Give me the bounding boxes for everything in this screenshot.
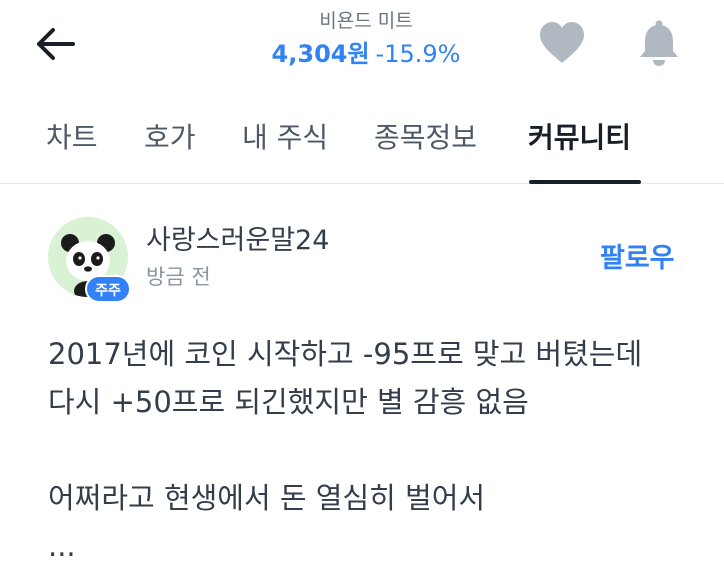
back-button[interactable] <box>30 22 80 66</box>
stock-price-line: 4,304원 -15.9% <box>200 36 532 72</box>
bell-icon <box>640 20 678 66</box>
active-tab-indicator <box>529 180 641 184</box>
back-arrow-icon <box>37 28 75 60</box>
heart-icon <box>540 22 584 63</box>
stock-name: 비욘드 미트 <box>319 10 413 32</box>
follow-button[interactable]: 팔로우 <box>600 241 675 277</box>
post-blank-line <box>48 426 708 474</box>
post-line: 다시 +50프로 되긴했지만 별 감흥 없음 <box>48 385 529 419</box>
tab-community[interactable]: 커뮤니티 <box>528 118 631 158</box>
price-change: -15.9% <box>375 40 461 68</box>
stock-title: 비욘드 미트 4,304원 -15.9% <box>200 8 532 72</box>
post-time: 방금 전 <box>146 265 211 289</box>
stock-price: 4,304원 <box>271 40 370 68</box>
tab-bar: 차트 호가 내 주식 종목정보 커뮤니티 <box>0 100 724 184</box>
post-line: 2017년에 코인 시작하고 -95프로 맞고 버텼는데 <box>48 337 643 371</box>
tab-chart[interactable]: 차트 <box>46 118 98 158</box>
shareholder-badge: 주주 <box>85 275 131 303</box>
favorite-button[interactable] <box>536 18 588 68</box>
post-content[interactable]: 2017년에 코인 시작하고 -95프로 맞고 버텼는데 다시 +50프로 되긴… <box>48 330 708 561</box>
tab-orderbook[interactable]: 호가 <box>144 118 196 158</box>
top-bar: 비욘드 미트 4,304원 -15.9% <box>0 0 724 90</box>
tab-stock-info[interactable]: 종목정보 <box>374 118 477 158</box>
tab-my-stock[interactable]: 내 주식 <box>242 118 328 158</box>
post-line: 어쩌라고 현생에서 돈 열심히 벌어서 <box>48 481 486 515</box>
author-name[interactable]: 사랑스러운말24 <box>146 223 329 259</box>
notification-button[interactable] <box>632 16 686 70</box>
post-ellipsis: ... <box>48 529 76 561</box>
